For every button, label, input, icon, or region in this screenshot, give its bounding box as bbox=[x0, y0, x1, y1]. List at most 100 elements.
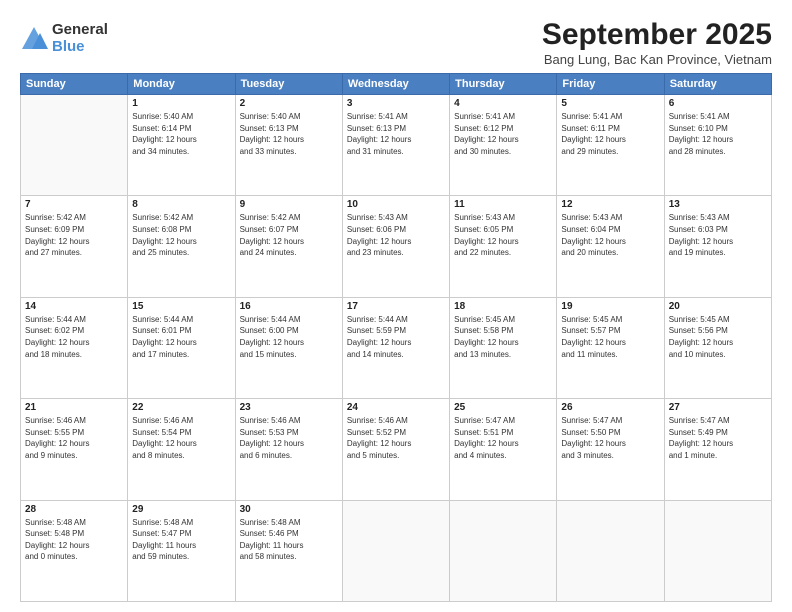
day-number: 2 bbox=[240, 98, 338, 109]
day-info: Sunrise: 5:46 AM Sunset: 5:55 PM Dayligh… bbox=[25, 415, 123, 461]
day-info: Sunrise: 5:48 AM Sunset: 5:46 PM Dayligh… bbox=[240, 517, 338, 563]
day-number: 13 bbox=[669, 199, 767, 210]
calendar-header-row: Sunday Monday Tuesday Wednesday Thursday… bbox=[21, 74, 772, 95]
table-row: 21 Sunrise: 5:46 AM Sunset: 5:55 PM Dayli… bbox=[21, 399, 128, 500]
day-number: 29 bbox=[132, 504, 230, 515]
table-row: 12 Sunrise: 5:43 AM Sunset: 6:04 PM Dayli… bbox=[557, 196, 664, 297]
day-number: 9 bbox=[240, 199, 338, 210]
table-row bbox=[342, 500, 449, 601]
header-sunday: Sunday bbox=[21, 74, 128, 95]
calendar-table: Sunday Monday Tuesday Wednesday Thursday… bbox=[20, 73, 772, 602]
title-block: September 2025 Bang Lung, Bac Kan Provin… bbox=[542, 18, 772, 67]
day-number: 1 bbox=[132, 98, 230, 109]
day-info: Sunrise: 5:46 AM Sunset: 5:54 PM Dayligh… bbox=[132, 415, 230, 461]
day-number: 20 bbox=[669, 301, 767, 312]
day-info: Sunrise: 5:40 AM Sunset: 6:13 PM Dayligh… bbox=[240, 111, 338, 157]
day-info: Sunrise: 5:45 AM Sunset: 5:56 PM Dayligh… bbox=[669, 314, 767, 360]
table-row: 11 Sunrise: 5:43 AM Sunset: 6:05 PM Dayli… bbox=[450, 196, 557, 297]
table-row: 15 Sunrise: 5:44 AM Sunset: 6:01 PM Dayli… bbox=[128, 297, 235, 398]
day-info: Sunrise: 5:43 AM Sunset: 6:04 PM Dayligh… bbox=[561, 212, 659, 258]
table-row: 27 Sunrise: 5:47 AM Sunset: 5:49 PM Dayli… bbox=[664, 399, 771, 500]
day-number: 19 bbox=[561, 301, 659, 312]
logo-icon bbox=[20, 25, 48, 53]
day-number: 30 bbox=[240, 504, 338, 515]
page-header: General Blue September 2025 Bang Lung, B… bbox=[20, 18, 772, 67]
table-row: 13Sunrise: 5:43 AM Sunset: 6:03 PM Dayli… bbox=[664, 196, 771, 297]
day-info: Sunrise: 5:45 AM Sunset: 5:58 PM Dayligh… bbox=[454, 314, 552, 360]
day-number: 17 bbox=[347, 301, 445, 312]
day-info: Sunrise: 5:46 AM Sunset: 5:52 PM Dayligh… bbox=[347, 415, 445, 461]
day-number: 21 bbox=[25, 402, 123, 413]
table-row: 9 Sunrise: 5:42 AM Sunset: 6:07 PM Daylig… bbox=[235, 196, 342, 297]
table-row: 20 Sunrise: 5:45 AM Sunset: 5:56 PM Dayli… bbox=[664, 297, 771, 398]
day-info: Sunrise: 5:42 AM Sunset: 6:08 PM Dayligh… bbox=[132, 212, 230, 258]
table-row bbox=[21, 95, 128, 196]
day-info: Sunrise: 5:41 AM Sunset: 6:12 PM Dayligh… bbox=[454, 111, 552, 157]
header-wednesday: Wednesday bbox=[342, 74, 449, 95]
table-row: 2 Sunrise: 5:40 AM Sunset: 6:13 PM Daylig… bbox=[235, 95, 342, 196]
header-monday: Monday bbox=[128, 74, 235, 95]
day-info: Sunrise: 5:47 AM Sunset: 5:49 PM Dayligh… bbox=[669, 415, 767, 461]
table-row: 19 Sunrise: 5:45 AM Sunset: 5:57 PM Dayli… bbox=[557, 297, 664, 398]
day-number: 6 bbox=[669, 98, 767, 109]
day-info: Sunrise: 5:42 AM Sunset: 6:07 PM Dayligh… bbox=[240, 212, 338, 258]
day-number: 7 bbox=[25, 199, 123, 210]
table-row: 17 Sunrise: 5:44 AM Sunset: 5:59 PM Dayli… bbox=[342, 297, 449, 398]
table-row: 24Sunrise: 5:46 AM Sunset: 5:52 PM Dayli… bbox=[342, 399, 449, 500]
day-number: 10 bbox=[347, 199, 445, 210]
logo-general-text: General bbox=[52, 22, 108, 39]
day-info: Sunrise: 5:44 AM Sunset: 6:02 PM Dayligh… bbox=[25, 314, 123, 360]
day-number: 12 bbox=[561, 199, 659, 210]
day-number: 16 bbox=[240, 301, 338, 312]
day-info: Sunrise: 5:41 AM Sunset: 6:10 PM Dayligh… bbox=[669, 111, 767, 157]
table-row: 8Sunrise: 5:42 AM Sunset: 6:08 PM Daylig… bbox=[128, 196, 235, 297]
day-number: 15 bbox=[132, 301, 230, 312]
table-row: 28Sunrise: 5:48 AM Sunset: 5:48 PM Dayli… bbox=[21, 500, 128, 601]
table-row bbox=[450, 500, 557, 601]
day-info: Sunrise: 5:42 AM Sunset: 6:09 PM Dayligh… bbox=[25, 212, 123, 258]
day-info: Sunrise: 5:44 AM Sunset: 6:01 PM Dayligh… bbox=[132, 314, 230, 360]
day-number: 14 bbox=[25, 301, 123, 312]
day-info: Sunrise: 5:44 AM Sunset: 6:00 PM Dayligh… bbox=[240, 314, 338, 360]
table-row bbox=[664, 500, 771, 601]
day-info: Sunrise: 5:41 AM Sunset: 6:13 PM Dayligh… bbox=[347, 111, 445, 157]
day-number: 22 bbox=[132, 402, 230, 413]
day-info: Sunrise: 5:48 AM Sunset: 5:48 PM Dayligh… bbox=[25, 517, 123, 563]
day-info: Sunrise: 5:47 AM Sunset: 5:51 PM Dayligh… bbox=[454, 415, 552, 461]
header-tuesday: Tuesday bbox=[235, 74, 342, 95]
day-number: 18 bbox=[454, 301, 552, 312]
day-info: Sunrise: 5:40 AM Sunset: 6:14 PM Dayligh… bbox=[132, 111, 230, 157]
day-info: Sunrise: 5:43 AM Sunset: 6:06 PM Dayligh… bbox=[347, 212, 445, 258]
table-row: 25 Sunrise: 5:47 AM Sunset: 5:51 PM Dayli… bbox=[450, 399, 557, 500]
day-info: Sunrise: 5:45 AM Sunset: 5:57 PM Dayligh… bbox=[561, 314, 659, 360]
day-info: Sunrise: 5:46 AM Sunset: 5:53 PM Dayligh… bbox=[240, 415, 338, 461]
day-number: 3 bbox=[347, 98, 445, 109]
table-row: 4 Sunrise: 5:41 AM Sunset: 6:12 PM Daylig… bbox=[450, 95, 557, 196]
table-row: 29 Sunrise: 5:48 AM Sunset: 5:47 PM Dayli… bbox=[128, 500, 235, 601]
calendar-title: September 2025 bbox=[542, 18, 772, 52]
table-row: 1 Sunrise: 5:40 AM Sunset: 6:14 PM Daylig… bbox=[128, 95, 235, 196]
table-row: 6 Sunrise: 5:41 AM Sunset: 6:10 PM Daylig… bbox=[664, 95, 771, 196]
day-number: 25 bbox=[454, 402, 552, 413]
day-info: Sunrise: 5:44 AM Sunset: 5:59 PM Dayligh… bbox=[347, 314, 445, 360]
day-number: 26 bbox=[561, 402, 659, 413]
header-saturday: Saturday bbox=[664, 74, 771, 95]
day-number: 27 bbox=[669, 402, 767, 413]
table-row: 7 Sunrise: 5:42 AM Sunset: 6:09 PM Daylig… bbox=[21, 196, 128, 297]
day-info: Sunrise: 5:43 AM Sunset: 6:05 PM Dayligh… bbox=[454, 212, 552, 258]
logo-blue-text: Blue bbox=[52, 39, 108, 56]
day-number: 5 bbox=[561, 98, 659, 109]
day-number: 11 bbox=[454, 199, 552, 210]
header-thursday: Thursday bbox=[450, 74, 557, 95]
table-row bbox=[557, 500, 664, 601]
day-info: Sunrise: 5:41 AM Sunset: 6:11 PM Dayligh… bbox=[561, 111, 659, 157]
table-row: 10 Sunrise: 5:43 AM Sunset: 6:06 PM Dayli… bbox=[342, 196, 449, 297]
day-number: 23 bbox=[240, 402, 338, 413]
day-info: Sunrise: 5:48 AM Sunset: 5:47 PM Dayligh… bbox=[132, 517, 230, 563]
day-number: 4 bbox=[454, 98, 552, 109]
table-row: 3 Sunrise: 5:41 AM Sunset: 6:13 PM Daylig… bbox=[342, 95, 449, 196]
table-row: 23 Sunrise: 5:46 AM Sunset: 5:53 PM Dayli… bbox=[235, 399, 342, 500]
table-row: 14 Sunrise: 5:44 AM Sunset: 6:02 PM Dayli… bbox=[21, 297, 128, 398]
logo: General Blue bbox=[20, 22, 108, 55]
header-friday: Friday bbox=[557, 74, 664, 95]
